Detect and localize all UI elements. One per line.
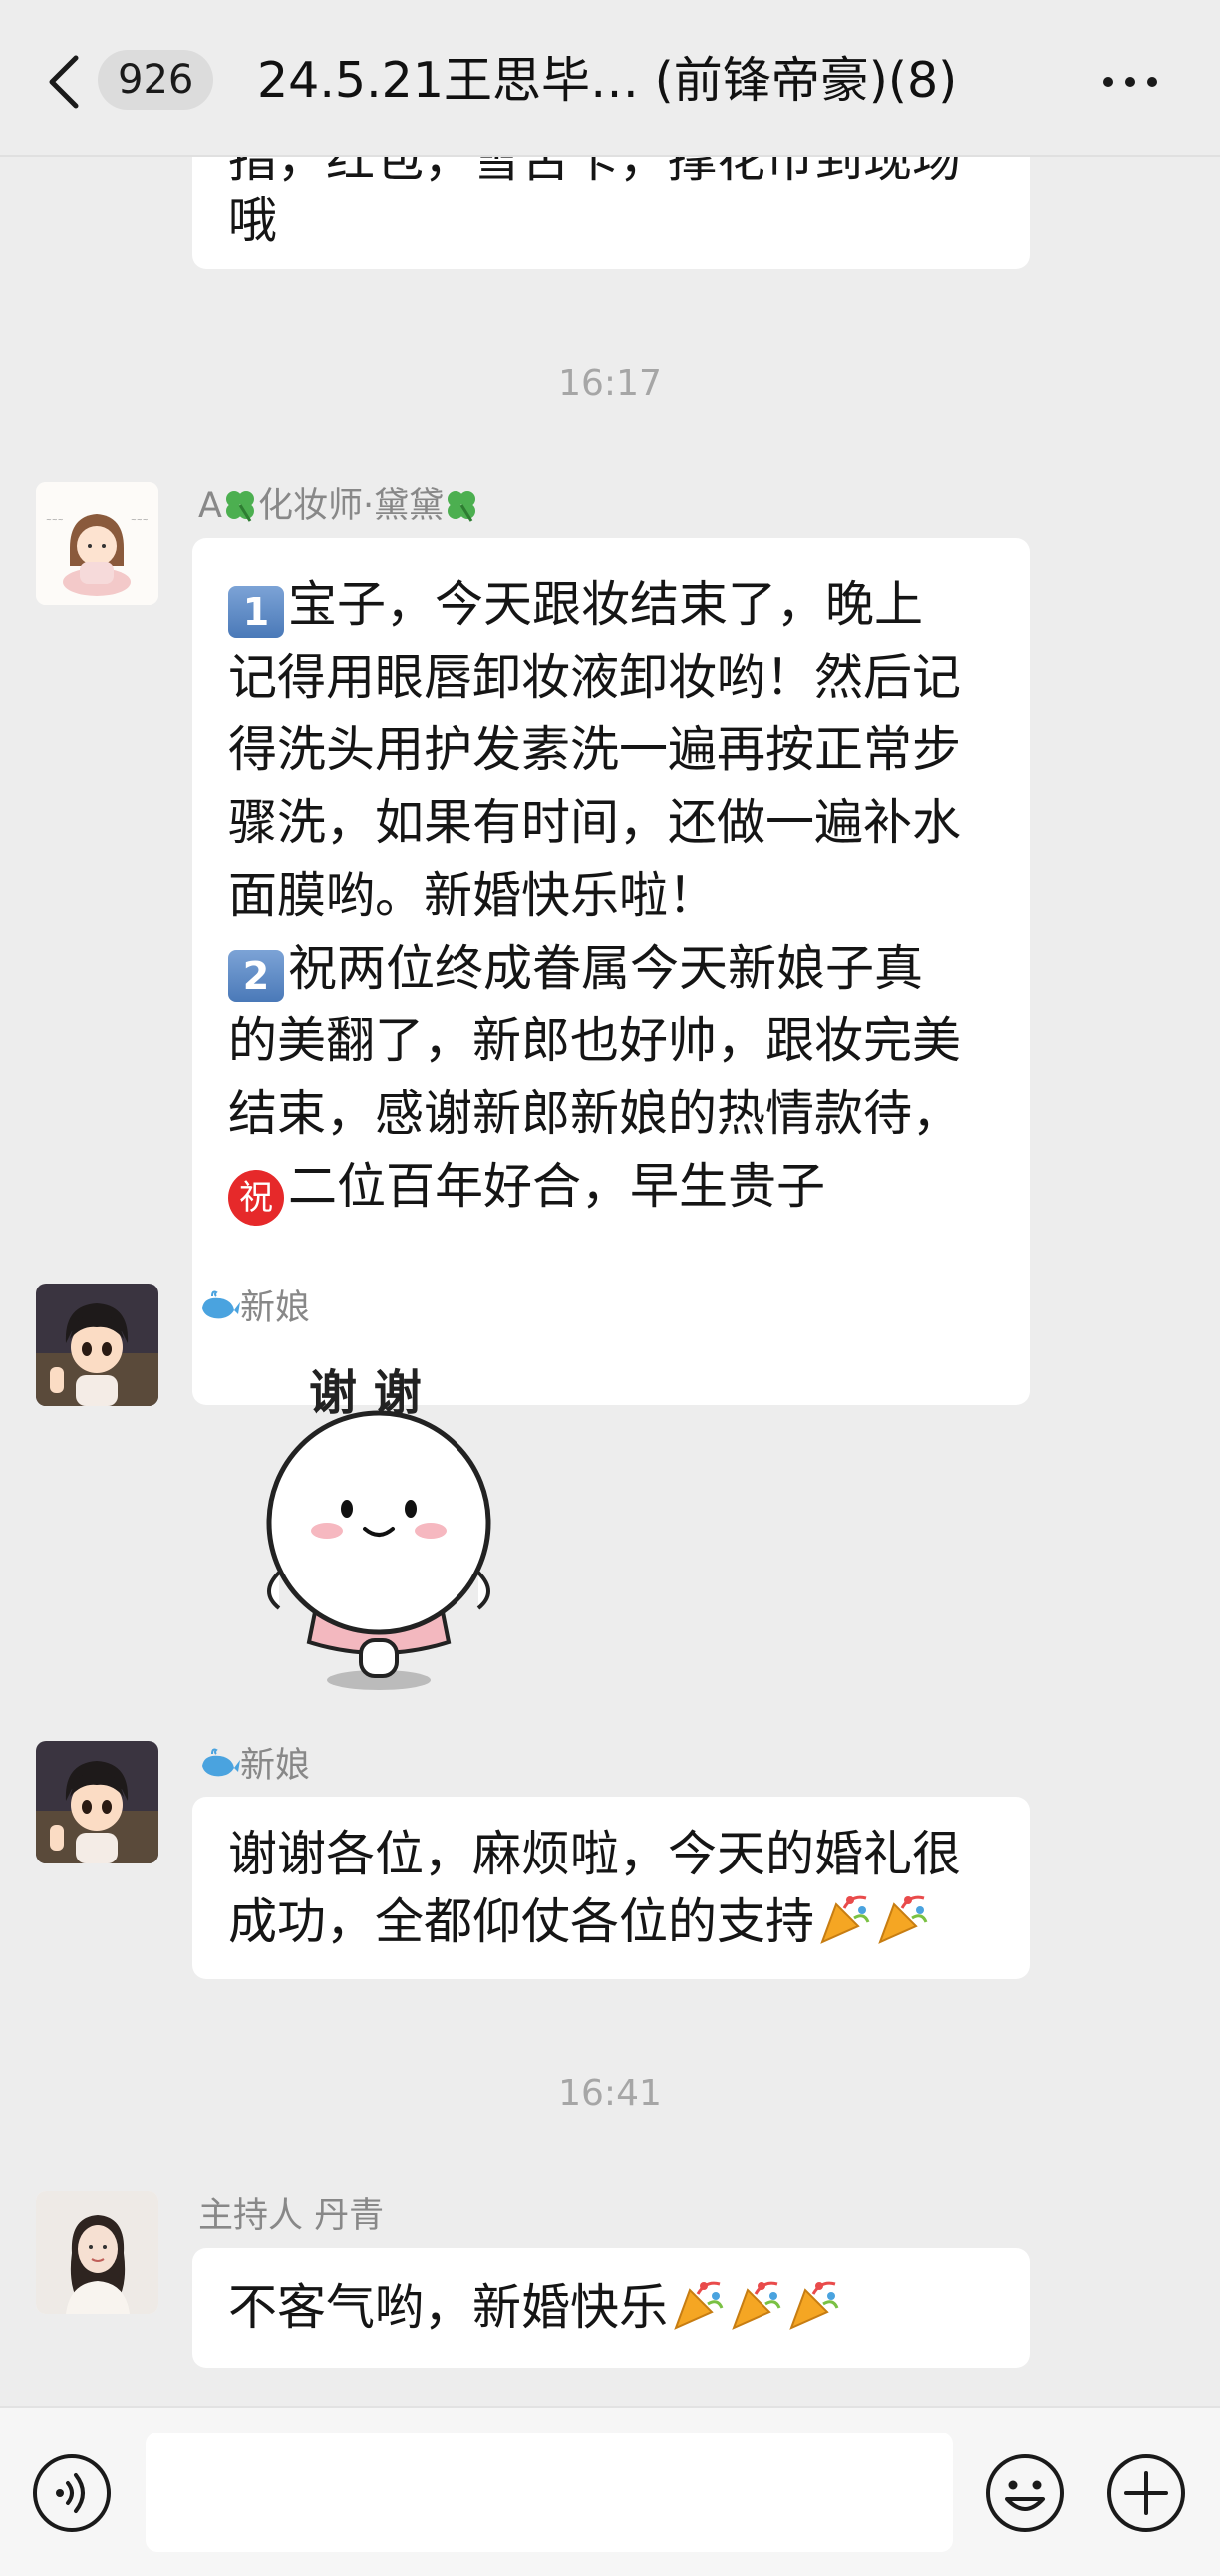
sender-name-text: 化妆师·黛黛 [257, 486, 445, 526]
message-input[interactable] [146, 2433, 953, 2552]
avatar[interactable] [36, 2191, 158, 2314]
message-bubble[interactable]: 指，红包，雪舌卡，撑花币到现场 哦 [192, 157, 1030, 269]
message-text: 得洗头用护发素洗一遍再按正常步 [228, 721, 962, 778]
message-line: 1 宝子，今天跟妆结束了，晚上 [228, 568, 994, 641]
party-popper-icon [732, 2281, 781, 2330]
message-line: 2 祝两位终成眷属今天新娘子真 [228, 932, 994, 1004]
message-line: 不客气哟，新婚快乐 [228, 2274, 994, 2342]
message-text: 谢谢各位，麻烦啦，今天的婚礼很 [228, 1826, 962, 1882]
sender-name: 新娘 [198, 1743, 310, 1789]
chevron-left-icon[interactable] [44, 52, 84, 112]
message-text: 不客气哟，新婚快乐 [228, 2279, 669, 2336]
sender-prefix: A [198, 486, 222, 526]
unread-count-badge[interactable]: 926 [98, 50, 214, 110]
congratulations-badge-icon: 祝 [228, 1170, 284, 1226]
chat-header: 926 24.5.21王思毕… (前锋帝豪)(8) [0, 0, 1220, 157]
input-bar [0, 2406, 1220, 2576]
sender-name: 新娘 [198, 1286, 310, 1331]
message-list[interactable]: 指，红包，雪舌卡，撑花币到现场 哦 16:17 ~~~ ~~~ A 化妆师·黛黛 … [0, 157, 1220, 2406]
sender-name-text: 新娘 [240, 1746, 311, 1786]
plus-icon[interactable] [1104, 2451, 1188, 2535]
message-bubble[interactable]: 谢谢各位，麻烦啦，今天的婚礼很 成功，全都仰仗各位的支持 [192, 1797, 1030, 1979]
clover-icon [448, 491, 476, 522]
chat-title[interactable]: 24.5.21王思毕… (前锋帝豪)(8) [257, 46, 1015, 116]
svg-text:~~~: ~~~ [46, 516, 64, 524]
more-dots-icon[interactable] [1100, 62, 1160, 102]
message-bubble[interactable]: 不客气哟，新婚快乐 [192, 2248, 1030, 2368]
message-text: 成功，全都仰仗各位的支持 [228, 1893, 815, 1950]
message-text: 宝子，今天跟妆结束了，晚上 [288, 576, 924, 633]
emoji-icon[interactable] [983, 2451, 1067, 2535]
message-text: 祝两位终成眷属今天新娘子真 [288, 940, 924, 997]
voice-icon[interactable] [30, 2451, 114, 2535]
keycap-two-icon: 2 [228, 950, 284, 1002]
message-text: 哦 [228, 192, 278, 249]
message-text: 记得用眼唇卸妆液卸妆哟！然后记 [228, 649, 962, 706]
sender-name-text: 新娘 [240, 1288, 311, 1328]
timestamp: 16:41 [558, 2073, 662, 2114]
party-popper-icon [820, 1895, 870, 1944]
message-text: 骤洗，如果有时间，还做一遍补水 [228, 794, 962, 851]
whale-icon [202, 1290, 240, 1319]
message-bubble[interactable]: 1 宝子，今天跟妆结束了，晚上 记得用眼唇卸妆液卸妆哟！然后记 得洗头用护发素洗一… [192, 538, 1030, 1405]
clover-icon [225, 491, 254, 522]
sticker-thank-you[interactable]: 谢 谢 [249, 1353, 508, 1692]
party-popper-icon [674, 2281, 724, 2330]
message-text: 指，红包，雪舌卡，撑花币到现场 [228, 157, 962, 188]
whale-icon [202, 1748, 240, 1777]
party-popper-icon [878, 1895, 928, 1944]
sender-name: 主持人 丹青 [198, 2196, 385, 2236]
sticker-image [266, 1410, 491, 1690]
keycap-one-icon: 1 [228, 586, 284, 638]
message-line: 祝二位百年好合，早生贵子 [228, 1150, 994, 1226]
message-text: 的美翻了，新郎也好帅，跟妆完美 [228, 1012, 962, 1069]
timestamp: 16:17 [558, 363, 662, 404]
message-text: 面膜哟。新婚快乐啦！ [228, 867, 718, 924]
avatar[interactable] [36, 1284, 158, 1406]
svg-text:~~~: ~~~ [131, 516, 149, 524]
avatar[interactable]: ~~~ ~~~ [36, 482, 158, 605]
avatar[interactable] [36, 1741, 158, 1863]
message-text: 二位百年好合，早生贵子 [288, 1158, 826, 1215]
party-popper-icon [789, 2281, 839, 2330]
message-line: 成功，全都仰仗各位的支持 [228, 1888, 994, 1956]
sender-name: A 化妆师·黛黛 [198, 483, 479, 529]
message-text: 结束，感谢新郎新娘的热情款待， [228, 1085, 962, 1142]
